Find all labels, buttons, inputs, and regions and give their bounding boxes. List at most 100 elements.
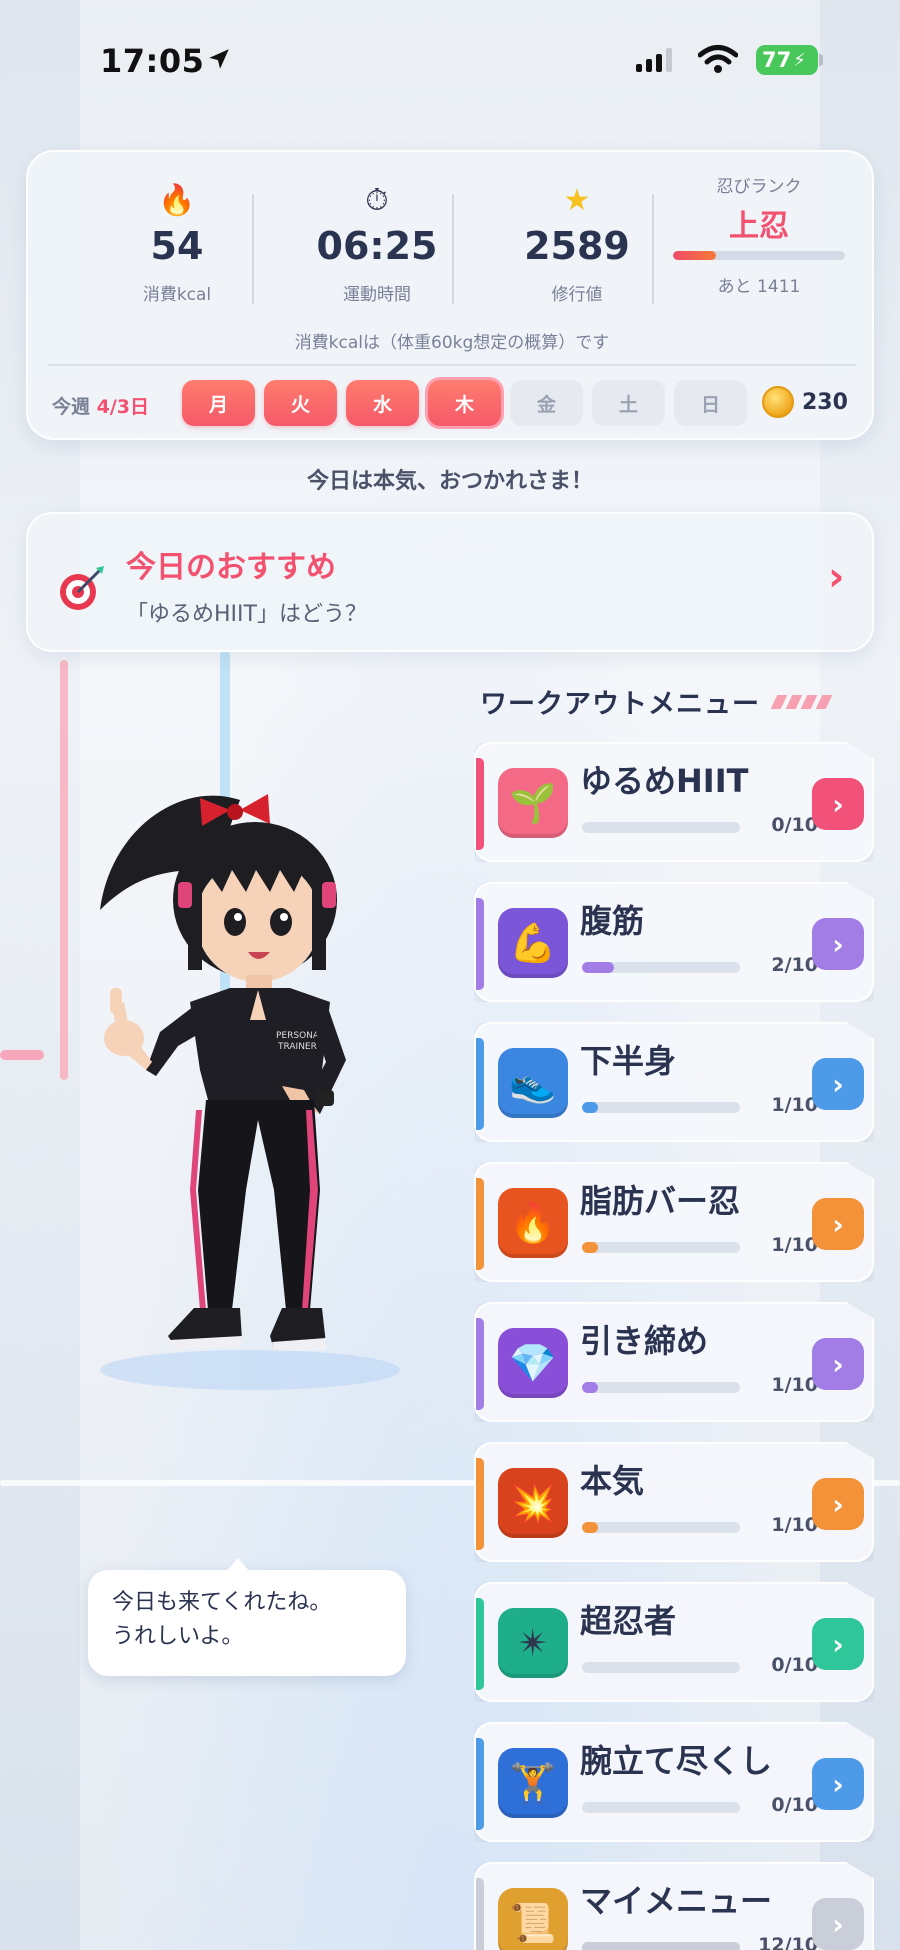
chevron-right-icon[interactable]: › (812, 1198, 864, 1250)
background-neon-line (0, 1050, 44, 1060)
cellular-signal-icon (636, 48, 672, 72)
workout-progress-fill (582, 1522, 598, 1533)
rank-progress-fill (673, 251, 716, 260)
greeting-text: 今日は本気、おつかれさま！ (306, 469, 593, 494)
workout-name: マイメニュー (580, 1882, 773, 1920)
calories-stat: 🔥 54 消費kcal (102, 182, 252, 305)
chevron-right-icon[interactable]: › (812, 1898, 864, 1950)
workout-menu-title: ワークアウトメニュー (480, 689, 760, 720)
chevron-right-icon[interactable]: › (812, 1478, 864, 1530)
workout-item[interactable]: 💎 引き締め 1/10 › (474, 1302, 874, 1422)
workout-item[interactable]: 📜 マイメニュー 12/10 › (474, 1862, 874, 1950)
workout-list: 🌱 ゆるめHIIT 0/10 › 💪 腹筋 2/10 › 👟 下半身 1/10 › 🔥 脂肪バー忍 1/10… (474, 742, 874, 1950)
flexed-biceps-icon: 💪 (498, 908, 568, 978)
workout-progress-bar (582, 962, 740, 973)
speech-line: うれしいよ。 (112, 1624, 244, 1649)
battery-indicator: 77 ⚡ (756, 45, 818, 75)
workout-progress-bar (582, 1802, 740, 1813)
rank-panel[interactable]: 忍びランク 上忍 あと 1411 (664, 172, 854, 297)
coin-balance[interactable]: 230 (762, 386, 848, 418)
weekday-pill: 月 (182, 380, 255, 426)
fire-icon: 🔥 (158, 183, 196, 218)
workout-item[interactable]: 💥 本気 1/10 › (474, 1442, 874, 1562)
stats-card: 🔥 54 消費kcal ⏱ 06:25 運動時間 ★ 2589 修行値 忍びラン… (26, 150, 874, 440)
chevron-right-icon[interactable]: › (812, 778, 864, 830)
fire-icon: 🔥 (498, 1188, 568, 1258)
chevron-right-icon[interactable]: › (812, 918, 864, 970)
workout-item[interactable]: 🌱 ゆるめHIIT 0/10 › (474, 742, 874, 862)
recommendation-card[interactable]: 今日のおすすめ 「ゆるめHIIT」はどう？ › (26, 512, 874, 652)
rank-remaining: あと 1411 (717, 277, 801, 297)
rank-title: 忍びランク (716, 177, 802, 197)
charging-bolt-icon: ⚡ (793, 49, 806, 71)
workout-name: 超忍者 (580, 1602, 677, 1640)
recommendation-title: 今日のおすすめ (126, 550, 336, 585)
workout-item[interactable]: 👟 下半身 1/10 › (474, 1022, 874, 1142)
weekday-pill: 土 (592, 380, 665, 426)
calorie-note: 消費kcalは（体重60kg想定の概算）です (294, 333, 610, 353)
speech-line: 今日も来てくれたね。 (112, 1590, 332, 1615)
workout-progress-bar (582, 1102, 740, 1113)
calories-label: 消費kcal (142, 285, 212, 305)
dumbbell-icon: 🏋 (498, 1748, 568, 1818)
shuriken-icon: ✴ (498, 1608, 568, 1678)
workout-accent (476, 1458, 484, 1550)
chevron-right-icon[interactable]: › (812, 1618, 864, 1670)
weekday-pill: 日 (674, 380, 747, 426)
battery-level: 77 (762, 48, 792, 72)
workout-name: 本気 (580, 1462, 645, 1500)
points-stat: ★ 2589 修行値 (502, 182, 652, 305)
workout-accent (476, 1878, 484, 1950)
workout-progress-text: 12/10 (758, 1934, 818, 1950)
workout-progress-bar (582, 1522, 740, 1533)
workout-item[interactable]: 💪 腹筋 2/10 › (474, 882, 874, 1002)
workout-menu-header: ワークアウトメニュー (480, 682, 833, 721)
workout-progress-bar (582, 1382, 740, 1393)
status-time: 17:05 (100, 42, 205, 80)
workout-progress-text: 0/10 (771, 1654, 818, 1676)
target-dart-icon (60, 566, 104, 610)
stat-divider (452, 194, 454, 304)
weekday-tracker: 月火水木金土日 (182, 380, 747, 426)
workout-progress-bar (582, 1242, 740, 1253)
running-shoe-icon: 👟 (498, 1048, 568, 1118)
card-divider (48, 364, 856, 366)
workout-progress-text: 2/10 (771, 954, 818, 976)
workout-progress-text: 1/10 (771, 1234, 818, 1256)
background-neon-line (60, 660, 68, 1080)
workout-name: 腹筋 (580, 902, 645, 940)
workout-progress-text: 0/10 (771, 814, 818, 836)
workout-progress-bar (582, 822, 740, 833)
points-value: 2589 (524, 224, 630, 268)
workout-progress-bar (582, 1662, 740, 1673)
stopwatch-icon: ⏱ (365, 183, 389, 218)
coin-icon (762, 386, 794, 418)
workout-name: 下半身 (580, 1042, 677, 1080)
workout-progress-text: 0/10 (771, 1794, 818, 1816)
workout-accent (476, 1318, 484, 1410)
workout-accent (476, 898, 484, 990)
workout-accent (476, 1738, 484, 1830)
workout-item[interactable]: 🏋 腕立て尽くし 0/10 › (474, 1722, 874, 1842)
wifi-icon (698, 45, 738, 73)
week-title: 今週 (52, 396, 91, 418)
weekday-pill: 木 (428, 380, 501, 426)
workout-item[interactable]: ✴ 超忍者 0/10 › (474, 1582, 874, 1702)
workout-progress-fill (582, 1242, 598, 1253)
location-arrow-icon (209, 49, 229, 69)
shirt-text: TRAINER (277, 1042, 317, 1052)
trainer-character: PERSONAL TRAINER (100, 794, 400, 1390)
week-label: 今週 4/3日 (52, 392, 149, 419)
workout-progress-text: 1/10 (771, 1374, 818, 1396)
workout-item[interactable]: 🔥 脂肪バー忍 1/10 › (474, 1162, 874, 1282)
chevron-right-icon[interactable]: › (812, 1338, 864, 1390)
duration-stat: ⏱ 06:25 運動時間 (302, 182, 452, 305)
diamond-icon: 💎 (498, 1328, 568, 1398)
workout-accent (476, 1178, 484, 1270)
stat-divider (652, 194, 654, 304)
chevron-right-icon[interactable]: › (812, 1058, 864, 1110)
week-count: 4/3日 (96, 396, 150, 418)
chevron-right-icon[interactable]: › (812, 1758, 864, 1810)
rank-name: 上忍 (729, 209, 789, 244)
trainer-speech-bubble: 今日も来てくれたね。 うれしいよ。 (88, 1558, 406, 1676)
